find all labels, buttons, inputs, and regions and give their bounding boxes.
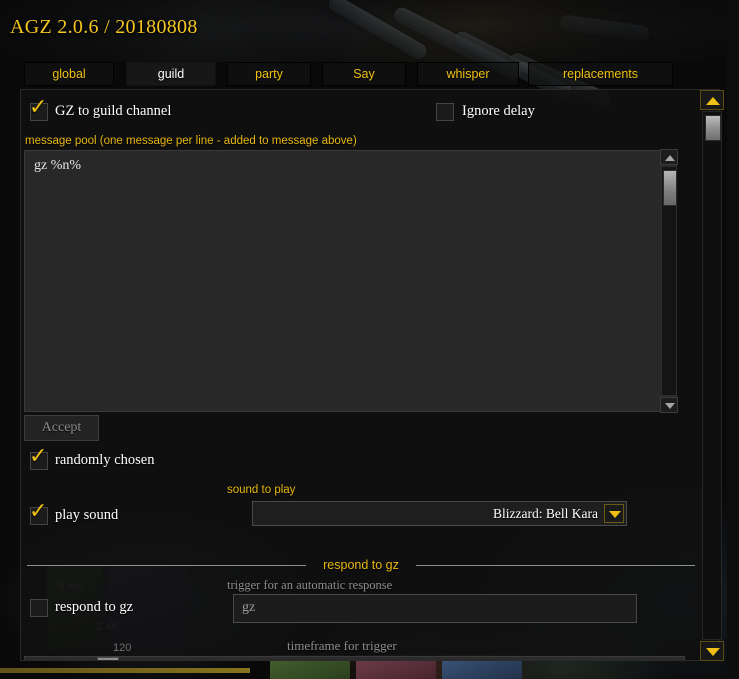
triangle-down-icon (665, 403, 675, 409)
scrollbar-thumb[interactable] (663, 170, 677, 206)
panel-scrollbar[interactable] (700, 90, 724, 661)
panel-scrollbar-thumb[interactable] (705, 115, 721, 141)
scrollbar-track[interactable] (661, 166, 677, 396)
slider-thumb[interactable] (97, 657, 119, 660)
sound-to-play-label: sound to play (227, 484, 296, 496)
trigger-input[interactable]: gz (233, 594, 637, 623)
triangle-down-icon (706, 648, 720, 656)
message-pool-scrollbar[interactable] (660, 149, 678, 413)
triangle-up-icon (665, 155, 675, 161)
gz-to-guild-channel-checkbox[interactable]: ✓ (29, 97, 48, 121)
chevron-down-icon (609, 511, 621, 518)
check-icon: ✓ (29, 95, 48, 120)
scroll-up-button[interactable] (660, 149, 678, 165)
respond-to-gz-divider: respond to gz (27, 558, 695, 572)
check-icon: ✓ (29, 499, 48, 524)
tab-guild[interactable]: guild (126, 62, 216, 86)
message-pool-textarea[interactable]: gz %n% (24, 150, 677, 412)
panel-scroll-down-button[interactable] (700, 641, 724, 661)
ignore-delay-label: Ignore delay (462, 103, 535, 119)
panel-scroll-up-button[interactable] (700, 90, 724, 110)
addon-window: AGZ 2.0.6 / 20180808 global guild party … (0, 0, 739, 679)
window-right-edge (727, 0, 739, 679)
tab-party[interactable]: party (227, 62, 311, 86)
respond-to-gz-checkbox[interactable] (30, 599, 48, 617)
panel-scrollbar-track[interactable] (702, 111, 722, 640)
triangle-up-icon (706, 97, 720, 105)
page-title: AGZ 2.0.6 / 20180808 (10, 16, 198, 38)
timeframe-value: 120 (113, 642, 132, 654)
ignore-delay-checkbox[interactable] (436, 103, 454, 121)
timeframe-label: timeframe for trigger (287, 638, 397, 653)
tab-global[interactable]: global (24, 62, 114, 86)
divider-label: respond to gz (323, 558, 399, 572)
scroll-down-button[interactable] (660, 397, 678, 413)
tab-replacements[interactable]: replacements (528, 62, 673, 86)
trigger-input-value: gz (242, 600, 256, 615)
accept-button[interactable]: Accept (24, 415, 99, 441)
message-pool-value: gz %n% (34, 158, 82, 173)
tab-bar: global guild party Say whisper replaceme… (0, 62, 739, 89)
play-sound-checkbox[interactable]: ✓ (29, 501, 48, 525)
check-icon: ✓ (29, 444, 48, 469)
tab-whisper[interactable]: whisper (417, 62, 519, 86)
message-pool-label: message pool (one message per line - add… (25, 135, 357, 147)
sound-to-play-value: Blizzard: Bell Kara (493, 506, 598, 521)
addon-config-window: 3.4m 2.4K AGZ 2.0.6 / 20180808 global gu… (0, 0, 739, 679)
trigger-label: trigger for an automatic response (227, 578, 393, 592)
timeframe-slider[interactable] (24, 656, 685, 660)
sound-to-play-dropdown[interactable]: Blizzard: Bell Kara (252, 501, 627, 526)
randomly-chosen-checkbox[interactable]: ✓ (29, 446, 48, 470)
play-sound-label: play sound (55, 507, 119, 523)
dropdown-toggle-button[interactable] (604, 504, 624, 523)
randomly-chosen-label: randomly chosen (55, 452, 155, 468)
tab-say[interactable]: Say (322, 62, 406, 86)
respond-to-gz-label: respond to gz (55, 599, 134, 615)
gz-to-guild-channel-label: GZ to guild channel (55, 103, 172, 119)
guild-settings-panel: ✓ GZ to guild channel Ignore delay messa… (20, 89, 720, 661)
